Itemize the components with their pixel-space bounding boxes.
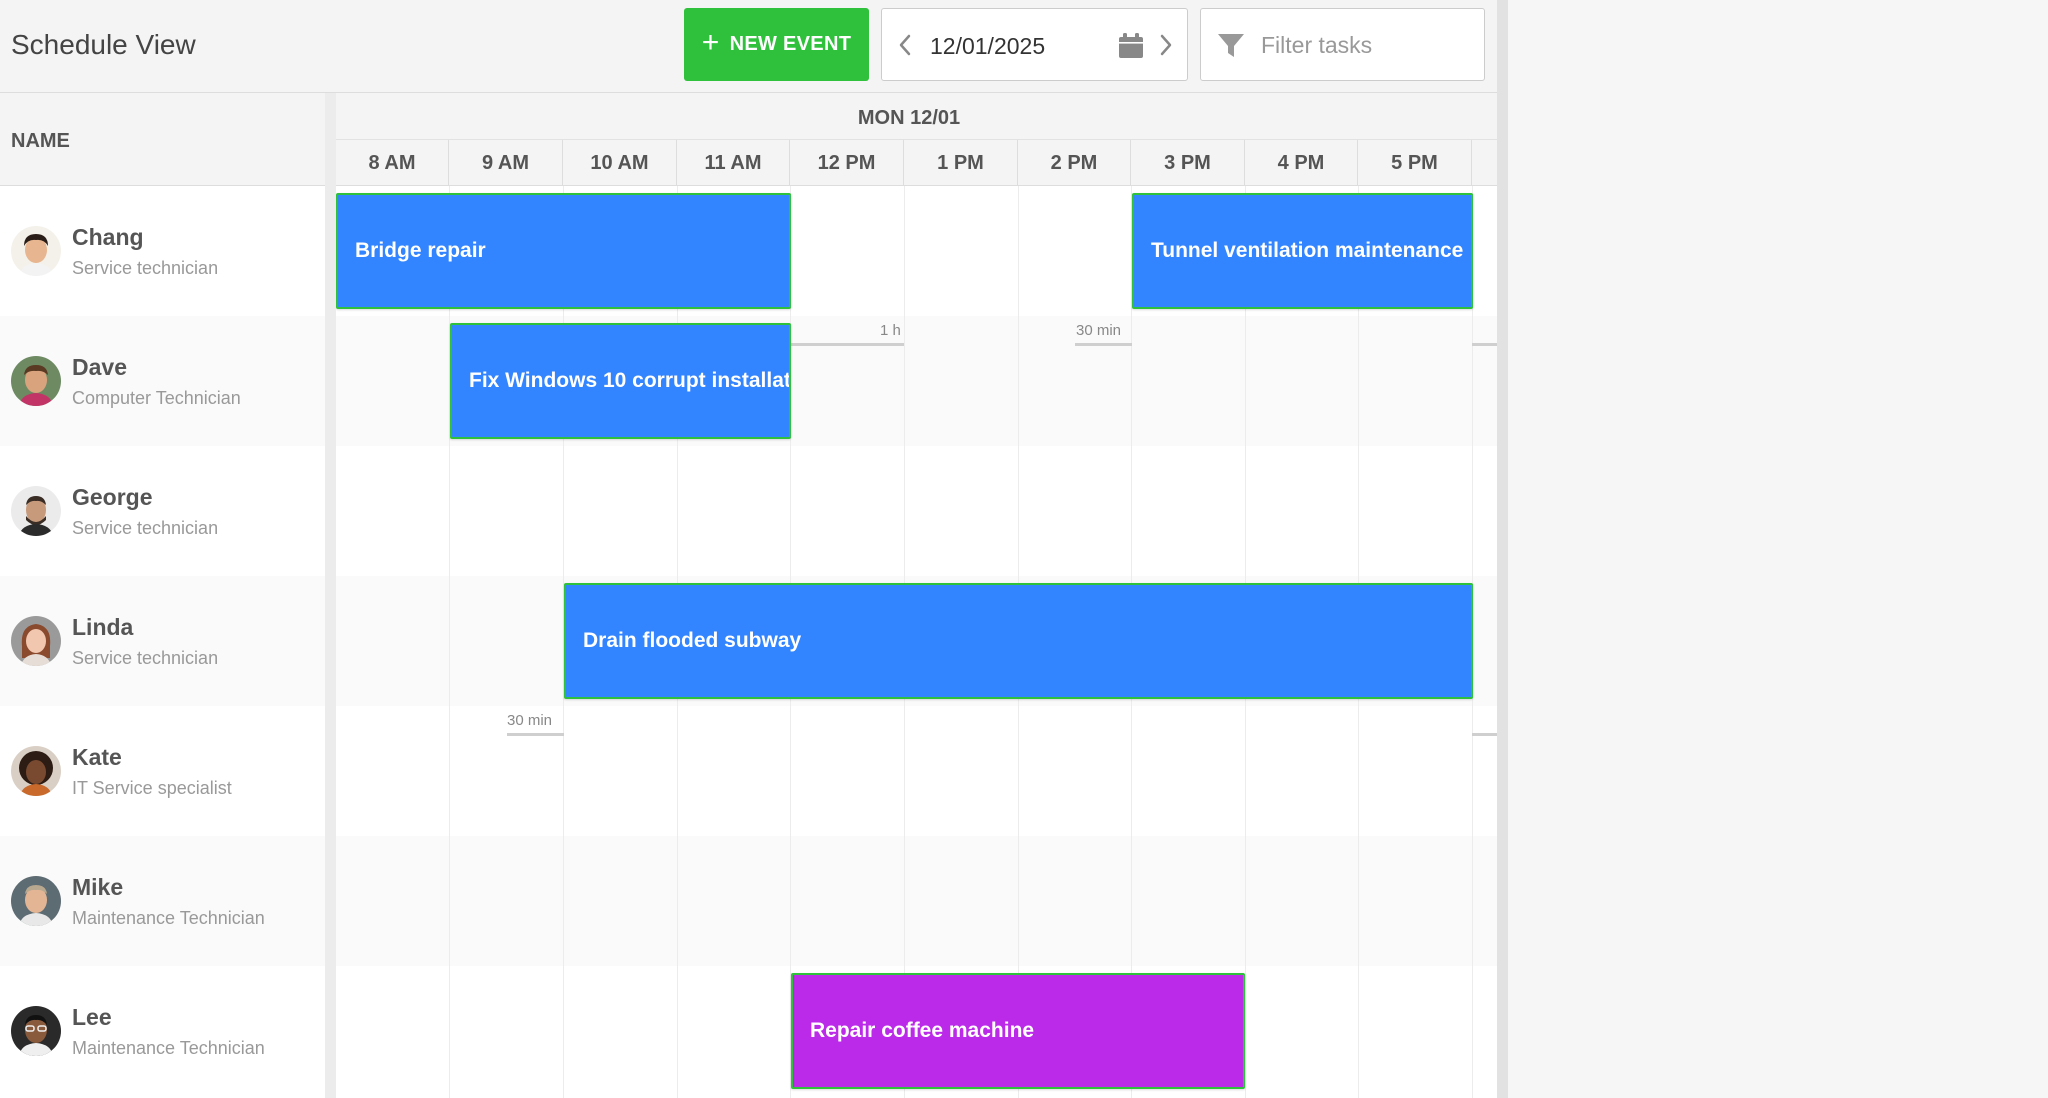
hour-header: 8 AM 9 AM 10 AM 11 AM 12 PM 1 PM 2 PM 3 … (336, 140, 1497, 186)
resource-row-dave[interactable]: Dave Computer Technician (0, 316, 325, 446)
event-drain-subway[interactable]: Drain flooded subway (564, 583, 1473, 699)
avatar (11, 486, 61, 536)
event-bridge-repair[interactable]: Bridge repair (336, 193, 791, 309)
resource-name: Mike (72, 874, 124, 900)
resource-row-mike[interactable]: Mike Maintenance Technician (0, 836, 325, 966)
hour-label: 8 AM (336, 140, 449, 186)
avatar (11, 226, 61, 276)
avatar (11, 1006, 61, 1056)
buffer-label: 1 h (880, 322, 901, 339)
filter-tasks-input[interactable] (1261, 29, 1471, 61)
event-repair-coffee-machine[interactable]: Repair coffee machine (791, 973, 1245, 1089)
resource-name: Chang (72, 224, 144, 250)
resource-role: IT Service specialist (72, 778, 232, 798)
name-header-label: NAME (11, 130, 70, 152)
buffer-line (791, 343, 904, 346)
hour-label: 2 PM (1018, 140, 1131, 186)
hour-label: 12 PM (790, 140, 904, 186)
buffer-line (1075, 343, 1132, 346)
filter-icon (1217, 33, 1245, 59)
hour-label: 11 AM (677, 140, 790, 186)
avatar (11, 616, 61, 666)
event-fix-windows[interactable]: Fix Windows 10 corrupt installat (450, 323, 791, 439)
column-splitter[interactable] (325, 93, 336, 1098)
event-title: Bridge repair (355, 239, 486, 262)
avatar (11, 356, 61, 406)
timeline-grid: MON 12/01 8 AM 9 AM 10 AM 11 AM 12 PM 1 … (336, 93, 1497, 1098)
resource-role: Service technician (72, 648, 219, 668)
avatar (11, 876, 61, 926)
toolbar: Schedule View + NEW EVENT 12/01/2025 (0, 0, 1497, 93)
name-column-header: NAME (0, 93, 325, 186)
timeline-row[interactable] (336, 446, 1497, 576)
event-title: Tunnel ventilation maintenance (1151, 239, 1464, 262)
day-label: MON 12/01 (857, 107, 961, 129)
hour-label: 5 PM (1358, 140, 1472, 186)
new-event-button[interactable]: + NEW EVENT (684, 8, 869, 81)
resource-row-chang[interactable]: Chang Service technician (0, 186, 325, 316)
chevron-left-icon[interactable] (890, 27, 920, 63)
buffer-line (507, 733, 564, 736)
event-title: Repair coffee machine (810, 1019, 1035, 1042)
new-event-label: NEW EVENT (729, 33, 852, 55)
scrollbar-track[interactable] (1497, 0, 1508, 1098)
chevron-right-icon[interactable] (1151, 27, 1181, 63)
scheduler-app: Schedule View + NEW EVENT 12/01/2025 Fil… (0, 0, 1497, 1098)
buffer-line (1472, 343, 1497, 346)
buffer-line (1472, 733, 1497, 736)
event-title: Drain flooded subway (583, 629, 802, 652)
filter-tasks-field[interactable] (1200, 8, 1485, 81)
resource-role: Service technician (72, 258, 219, 278)
resource-role: Maintenance Technician (72, 908, 265, 928)
resource-name: Dave (72, 354, 127, 380)
avatar (11, 746, 61, 796)
resource-row-george[interactable]: George Service technician (0, 446, 325, 576)
hour-label: 4 PM (1245, 140, 1358, 186)
calendar-icon[interactable] (1118, 33, 1144, 59)
buffer-label: 30 min (1076, 322, 1122, 339)
resource-name: Kate (72, 744, 122, 770)
resource-name: George (72, 484, 153, 510)
resource-name: Linda (72, 614, 134, 640)
day-header: MON 12/01 (336, 93, 1497, 140)
resource-row-lee[interactable]: Lee Maintenance Technician (0, 966, 325, 1096)
event-title: Fix Windows 10 corrupt installat (469, 369, 791, 392)
plus-icon: + (701, 26, 720, 59)
resource-role: Service technician (72, 518, 219, 538)
resource-column: NAME Chang Service technician Dave Compu… (0, 93, 325, 1098)
buffer-label: 30 min (507, 712, 553, 729)
resource-role: Computer Technician (72, 388, 241, 408)
hour-label: 9 AM (449, 140, 563, 186)
resource-name: Lee (72, 1004, 112, 1030)
resource-row-linda[interactable]: Linda Service technician (0, 576, 325, 706)
resource-role: Maintenance Technician (72, 1038, 265, 1058)
timeline-row[interactable] (336, 836, 1497, 966)
resource-row-kate[interactable]: Kate IT Service specialist (0, 706, 325, 836)
empty-area (1508, 0, 2048, 1098)
hour-label: 10 AM (563, 140, 677, 186)
date-value[interactable]: 12/01/2025 (930, 33, 1045, 60)
hour-label: 3 PM (1131, 140, 1245, 186)
event-tunnel-ventilation[interactable]: Tunnel ventilation maintenance (1132, 193, 1473, 309)
hour-label: 1 PM (904, 140, 1018, 186)
date-picker[interactable]: 12/01/2025 (881, 8, 1188, 81)
page-title: Schedule View (11, 29, 196, 60)
